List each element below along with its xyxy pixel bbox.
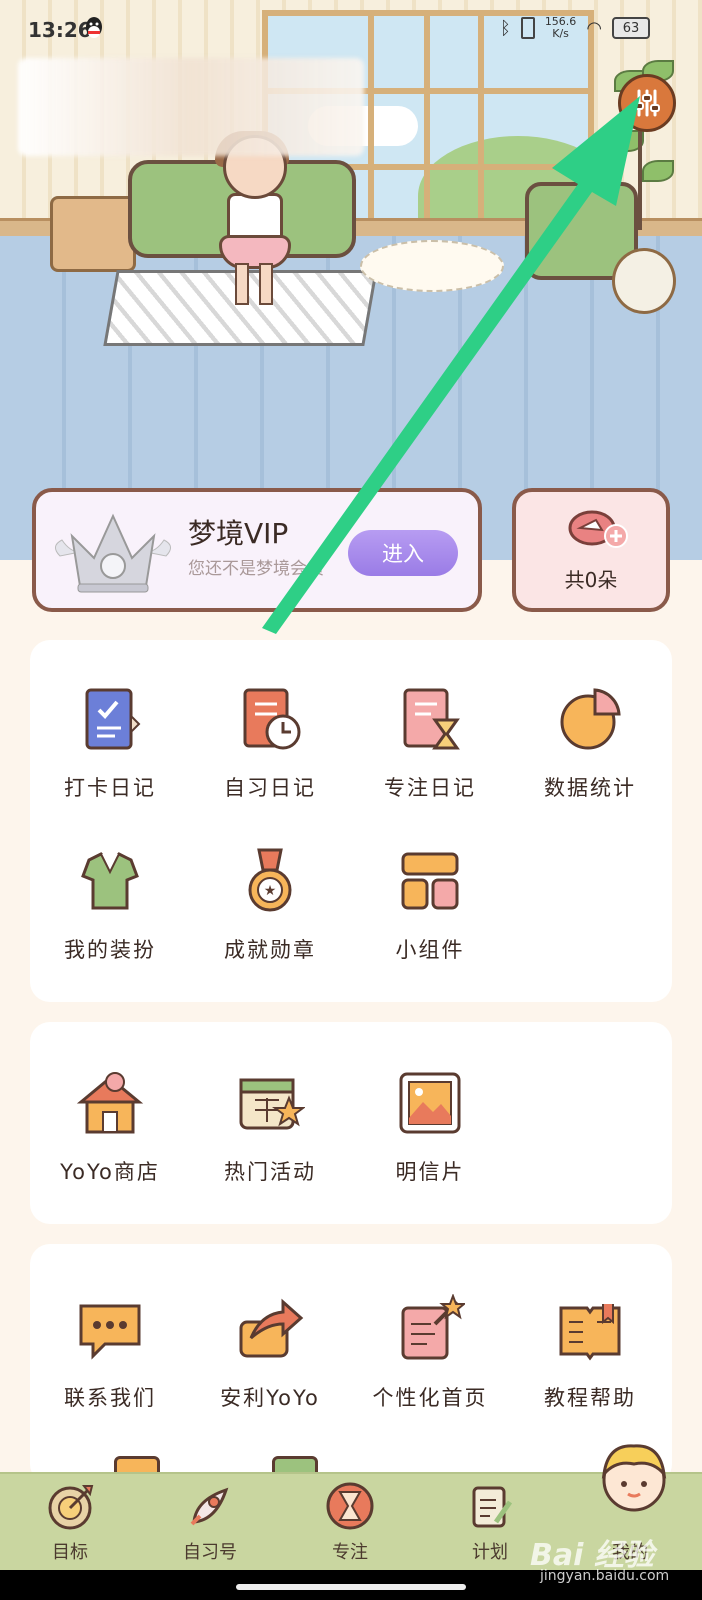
blurred-user-info: [18, 58, 364, 156]
nav-label: 自习号: [183, 1542, 237, 1563]
vibrate-icon: [520, 17, 535, 39]
chat-bubble-icon: [79, 1304, 141, 1360]
status-time: 13:26: [28, 18, 92, 42]
flower-add-icon: [568, 510, 628, 548]
nav-tab-target[interactable]: 目标: [0, 1474, 140, 1572]
focus-diary-icon: [403, 688, 460, 750]
coffee-table: [612, 248, 676, 314]
side-table: [50, 196, 136, 272]
fur-rug: [360, 240, 504, 292]
outfit-icon: [81, 852, 139, 910]
battery-indicator: 63: [612, 17, 651, 39]
home-indicator[interactable]: [236, 1584, 466, 1590]
clipboard-icon: [472, 1486, 513, 1528]
statistics-pie-icon: [560, 688, 621, 750]
qq-notification-icon: [86, 17, 102, 38]
menu-item-label: 热门活动: [224, 1160, 316, 1184]
watermark-url: jingyan.baidu.com: [540, 1568, 670, 1584]
menu-item-statistics[interactable]: 数据统计: [510, 684, 670, 802]
menu-item-postcard[interactable]: 明信片: [350, 1068, 510, 1186]
postcard-icon: [399, 1072, 461, 1134]
menu-item-medal[interactable]: ★ 成就勋章: [190, 846, 350, 964]
menu-item-label: 安利YoYo: [220, 1386, 320, 1410]
menu-item-label: YoYo商店: [60, 1160, 160, 1184]
tools-panel: 打卡日记 自习日记 专注日记 数据统计 我的装扮 ★ 成就勋章 小组件: [30, 640, 672, 1002]
bluetooth-icon: ᛒ: [500, 17, 511, 39]
menu-item-label: 联系我们: [64, 1386, 156, 1410]
menu-item-events[interactable]: 热门活动: [190, 1068, 350, 1186]
nav-tab-study-room[interactable]: 自习号: [140, 1474, 280, 1572]
menu-item-tutorial[interactable]: 教程帮助: [510, 1294, 670, 1412]
widget-icon: [401, 852, 459, 910]
menu-item-focus-diary[interactable]: 专注日记: [350, 684, 510, 802]
share-icon: [239, 1298, 304, 1358]
room-illustration: [0, 0, 702, 560]
settings-sliders-button[interactable]: [618, 74, 676, 132]
vip-enter-button[interactable]: 进入: [348, 530, 458, 576]
menu-item-label: 我的装扮: [64, 938, 156, 962]
vip-title: 梦境VIP: [188, 517, 289, 550]
hourglass-icon: [326, 1482, 374, 1530]
vip-subtitle: 您还不是梦境会员: [188, 559, 324, 579]
sliders-icon: [634, 89, 660, 117]
checkin-diary-icon: [85, 688, 141, 750]
flower-count-label: 共0朵: [564, 568, 618, 592]
menu-item-label: 明信片: [395, 1160, 465, 1184]
tutorial-book-icon: [559, 1304, 621, 1361]
menu-item-checkin-diary[interactable]: 打卡日记: [30, 684, 190, 802]
menu-item-contact-us[interactable]: 联系我们: [30, 1294, 190, 1412]
menu-item-label: 成就勋章: [224, 938, 316, 962]
medal-icon: ★: [248, 848, 292, 912]
menu-item-label: 小组件: [395, 938, 465, 962]
menu-item-shop[interactable]: YoYo商店: [30, 1068, 190, 1186]
shop-icon: [76, 1072, 144, 1134]
menu-item-customize-home[interactable]: 个性化首页: [350, 1293, 510, 1412]
menu-item-label: 教程帮助: [544, 1386, 636, 1410]
menu-item-label: 打卡日记: [64, 776, 156, 800]
network-speed: 156.6 K/s: [544, 15, 577, 40]
svg-text:★: ★: [264, 883, 277, 899]
menu-item-label: 专注日记: [384, 776, 476, 800]
menu-item-label: 自习日记: [224, 776, 316, 800]
event-calendar-icon: [239, 1078, 306, 1130]
menu-item-outfit[interactable]: 我的装扮: [30, 846, 190, 964]
customize-home-icon: [401, 1293, 467, 1360]
crown-icon: [55, 513, 171, 593]
menu-item-recommend[interactable]: 安利YoYo: [190, 1294, 350, 1412]
avatar-icon: [601, 1444, 667, 1512]
nav-label: 专注: [332, 1542, 368, 1563]
rocket-icon: [190, 1487, 229, 1526]
status-icons: ᛒ 156.6 K/s ◠ 63: [500, 15, 651, 40]
menu-item-label: 个性化首页: [372, 1386, 488, 1410]
target-icon: [48, 1485, 94, 1530]
menu-item-widget[interactable]: 小组件: [350, 846, 510, 964]
vip-card[interactable]: 梦境VIP 您还不是梦境会员 进入: [32, 488, 482, 612]
flower-count-card[interactable]: 共0朵: [512, 488, 670, 612]
nav-tab-focus[interactable]: 专注: [280, 1474, 420, 1572]
wifi-icon: ◠: [586, 17, 603, 39]
menu-item-study-diary[interactable]: 自习日记: [190, 684, 350, 802]
study-diary-icon: [243, 688, 301, 750]
menu-item-label: 数据统计: [544, 776, 636, 800]
shop-panel: YoYo商店 热门活动 明信片: [30, 1022, 672, 1224]
nav-label: 目标: [52, 1542, 88, 1563]
help-panel: 联系我们 安利YoYo 个性化首页 教程帮助: [30, 1244, 672, 1490]
character-girl[interactable]: [205, 131, 300, 305]
